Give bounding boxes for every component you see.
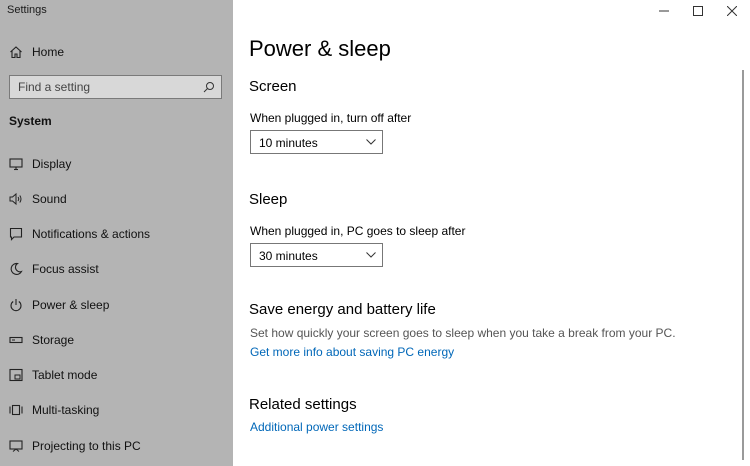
home-icon — [10, 46, 22, 59]
sidebar-item-notifications[interactable]: Notifications & actions — [0, 220, 233, 248]
app-title: Settings — [7, 4, 47, 16]
sleep-timeout-dropdown[interactable]: 30 minutes — [250, 243, 383, 267]
project-icon — [9, 440, 23, 452]
screen-timeout-label: When plugged in, turn off after — [250, 111, 412, 125]
screen-heading: Screen — [249, 78, 297, 95]
sidebar-item-tablet-mode[interactable]: Tablet mode — [0, 361, 233, 389]
minimize-button[interactable] — [649, 0, 679, 22]
sidebar-item-label: Focus assist — [32, 262, 99, 276]
home-button[interactable]: Home — [0, 38, 233, 66]
save-energy-description: Set how quickly your screen goes to slee… — [250, 326, 676, 340]
section-title: System — [9, 114, 52, 128]
sidebar-item-display[interactable]: Display — [0, 150, 233, 178]
monitor-icon — [9, 158, 23, 171]
maximize-icon — [693, 6, 703, 16]
search-input[interactable] — [10, 76, 200, 98]
sidebar-item-storage[interactable]: Storage — [0, 326, 233, 354]
notification-icon — [9, 227, 23, 241]
sidebar-item-label: Power & sleep — [32, 298, 110, 312]
sleep-timeout-value: 30 minutes — [259, 249, 318, 263]
page-title: Power & sleep — [249, 36, 391, 61]
sidebar-item-label: Projecting to this PC — [32, 439, 141, 453]
sidebar-item-label: Tablet mode — [32, 368, 98, 382]
close-button[interactable] — [717, 0, 747, 22]
settings-window: Settings Home System Display — [0, 0, 750, 466]
screen-timeout-value: 10 minutes — [259, 136, 318, 150]
sidebar-item-label: Notifications & actions — [32, 227, 151, 241]
chevron-down-icon — [366, 139, 376, 145]
sidebar-item-label: Storage — [32, 333, 75, 347]
sidebar: Settings Home System Display — [0, 0, 233, 466]
sidebar-item-power-sleep[interactable]: Power & sleep — [0, 291, 233, 319]
sidebar-item-label: Display — [32, 157, 72, 171]
search-icon[interactable] — [203, 81, 215, 93]
save-energy-link[interactable]: Get more info about saving PC energy — [250, 345, 454, 359]
speaker-icon — [9, 192, 22, 206]
sidebar-item-focus-assist[interactable]: Focus assist — [0, 255, 233, 283]
home-label: Home — [32, 45, 65, 59]
storage-icon — [9, 336, 23, 344]
close-icon — [727, 6, 737, 16]
moon-icon — [10, 262, 23, 275]
screen-timeout-dropdown[interactable]: 10 minutes — [250, 130, 383, 154]
sidebar-item-label: Sound — [32, 192, 67, 206]
sidebar-item-projecting[interactable]: Projecting to this PC — [0, 432, 233, 460]
chevron-down-icon — [366, 252, 376, 258]
search-box[interactable] — [9, 75, 222, 99]
power-icon — [10, 299, 22, 312]
maximize-button[interactable] — [683, 0, 713, 22]
tablet-icon — [9, 368, 23, 382]
sleep-timeout-label: When plugged in, PC goes to sleep after — [250, 224, 466, 238]
sidebar-item-label: Multi-tasking — [32, 403, 100, 417]
save-energy-heading: Save energy and battery life — [249, 301, 436, 318]
sidebar-item-sound[interactable]: Sound — [0, 185, 233, 213]
scrollbar[interactable] — [742, 70, 744, 460]
related-settings-heading: Related settings — [249, 396, 357, 413]
sleep-heading: Sleep — [249, 191, 288, 208]
additional-power-settings-link[interactable]: Additional power settings — [250, 420, 383, 434]
sidebar-item-multitasking[interactable]: Multi-tasking — [0, 396, 233, 424]
multitask-icon — [9, 404, 23, 416]
minimize-icon — [659, 10, 669, 12]
